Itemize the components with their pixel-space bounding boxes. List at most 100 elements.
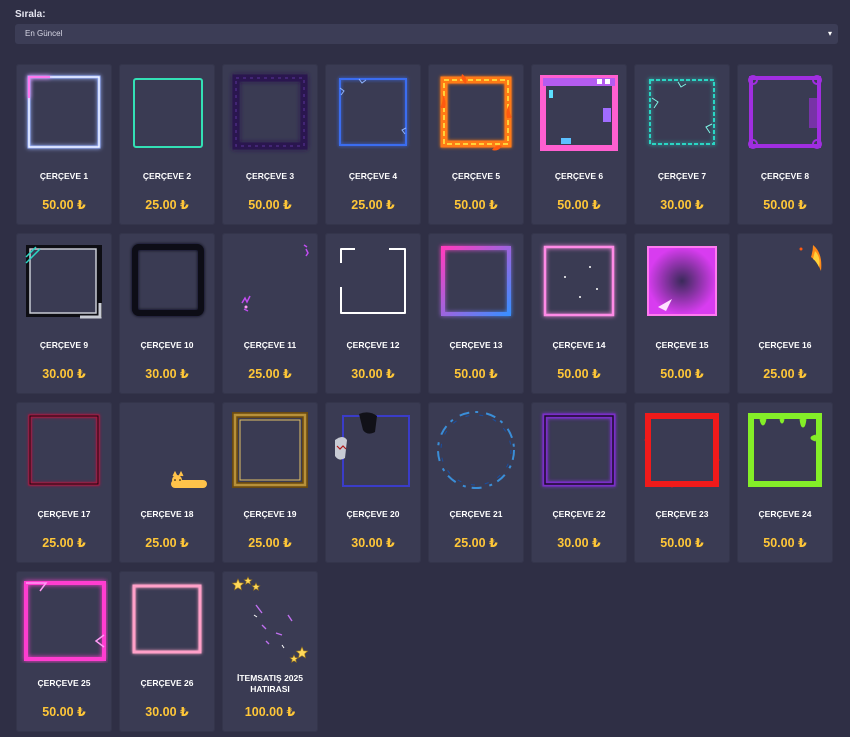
frame-thumbnail bbox=[741, 68, 829, 156]
frame-card[interactable]: ÇERÇEVE 10 30.00 ₺ bbox=[119, 233, 215, 394]
frame-thumbnail bbox=[226, 237, 314, 325]
frame-name: ÇERÇEVE 5 bbox=[451, 171, 501, 181]
frame-thumbnail bbox=[432, 68, 520, 156]
frame-card[interactable]: ÇERÇEVE 23 50.00 ₺ bbox=[634, 402, 730, 563]
frame-thumbnail bbox=[20, 68, 108, 156]
frame-name: ÇERÇEVE 20 bbox=[346, 509, 400, 519]
frame-card[interactable]: ÇERÇEVE 22 30.00 ₺ bbox=[531, 402, 627, 563]
frame-price: 25.00 ₺ bbox=[248, 536, 292, 550]
frame-thumbnail bbox=[329, 406, 417, 494]
frame-name: ÇERÇEVE 10 bbox=[140, 340, 194, 350]
frame-card[interactable]: ÇERÇEVE 26 30.00 ₺ bbox=[119, 571, 215, 732]
caret-down-icon: ▾ bbox=[827, 29, 832, 38]
frame-thumbnail bbox=[123, 68, 211, 156]
frame-card[interactable]: ÇERÇEVE 17 25.00 ₺ bbox=[16, 402, 112, 563]
frame-name: ÇERÇEVE 25 bbox=[37, 678, 91, 688]
frame-thumbnail bbox=[329, 237, 417, 325]
frame-card[interactable]: ÇERÇEVE 7 30.00 ₺ bbox=[634, 64, 730, 225]
frame-thumbnail bbox=[20, 237, 108, 325]
frame-thumbnail bbox=[535, 406, 623, 494]
frame-name: ÇERÇEVE 6 bbox=[554, 171, 604, 181]
frame-card[interactable]: ÇERÇEVE 8 50.00 ₺ bbox=[737, 64, 833, 225]
frame-price: 30.00 ₺ bbox=[145, 705, 189, 719]
sort-select-value: En Güncel bbox=[25, 29, 63, 38]
frame-thumbnail bbox=[535, 68, 623, 156]
frame-thumbnail bbox=[741, 237, 829, 325]
frame-card[interactable]: ÇERÇEVE 14 50.00 ₺ bbox=[531, 233, 627, 394]
frame-price: 50.00 ₺ bbox=[248, 198, 292, 212]
frame-price: 25.00 ₺ bbox=[454, 536, 498, 550]
frame-price: 25.00 ₺ bbox=[145, 536, 189, 550]
frame-name: ÇERÇEVE 12 bbox=[346, 340, 400, 350]
frame-card[interactable]: ÇERÇEVE 15 50.00 ₺ bbox=[634, 233, 730, 394]
frame-card[interactable]: ÇERÇEVE 24 50.00 ₺ bbox=[737, 402, 833, 563]
frame-price: 30.00 ₺ bbox=[351, 536, 395, 550]
frame-price: 100.00 ₺ bbox=[244, 705, 296, 719]
frame-price: 30.00 ₺ bbox=[145, 367, 189, 381]
frame-card[interactable]: ÇERÇEVE 19 25.00 ₺ bbox=[222, 402, 318, 563]
frame-card[interactable]: ÇERÇEVE 11 25.00 ₺ bbox=[222, 233, 318, 394]
frame-price: 30.00 ₺ bbox=[42, 367, 86, 381]
frame-thumbnail bbox=[123, 237, 211, 325]
frame-name: ÇERÇEVE 9 bbox=[39, 340, 89, 350]
frame-thumbnail bbox=[123, 406, 211, 494]
frame-price: 50.00 ₺ bbox=[763, 198, 807, 212]
frame-card[interactable]: ÇERÇEVE 9 30.00 ₺ bbox=[16, 233, 112, 394]
sort-select[interactable]: En Güncel ▾ bbox=[15, 24, 838, 44]
frame-thumbnail bbox=[638, 68, 726, 156]
frame-price: 50.00 ₺ bbox=[557, 367, 601, 381]
frame-name: ÇERÇEVE 24 bbox=[758, 509, 812, 519]
frame-price: 50.00 ₺ bbox=[660, 367, 704, 381]
frame-thumbnail bbox=[535, 237, 623, 325]
frame-name: ÇERÇEVE 1 bbox=[39, 171, 89, 181]
frame-card[interactable]: ÇERÇEVE 16 25.00 ₺ bbox=[737, 233, 833, 394]
frame-card[interactable]: ÇERÇEVE 4 25.00 ₺ bbox=[325, 64, 421, 225]
frame-name: ÇERÇEVE 17 bbox=[37, 509, 91, 519]
frame-name: ÇERÇEVE 18 bbox=[140, 509, 194, 519]
frame-price: 25.00 ₺ bbox=[42, 536, 86, 550]
frame-thumbnail bbox=[432, 237, 520, 325]
frame-price: 50.00 ₺ bbox=[454, 198, 498, 212]
frame-thumbnail bbox=[638, 406, 726, 494]
frame-price: 30.00 ₺ bbox=[660, 198, 704, 212]
frame-card[interactable]: ÇERÇEVE 20 30.00 ₺ bbox=[325, 402, 421, 563]
frame-card[interactable]: ÇERÇEVE 3 50.00 ₺ bbox=[222, 64, 318, 225]
frame-card[interactable]: ÇERÇEVE 12 30.00 ₺ bbox=[325, 233, 421, 394]
frame-price: 25.00 ₺ bbox=[248, 367, 292, 381]
sort-label: Sırala: bbox=[15, 9, 46, 20]
frame-card[interactable]: ÇERÇEVE 25 50.00 ₺ bbox=[16, 571, 112, 732]
frame-name: ÇERÇEVE 21 bbox=[449, 509, 503, 519]
frame-price: 50.00 ₺ bbox=[763, 536, 807, 550]
frame-card[interactable]: ÇERÇEVE 13 50.00 ₺ bbox=[428, 233, 524, 394]
frame-name: ÇERÇEVE 22 bbox=[552, 509, 606, 519]
frame-name: ÇERÇEVE 11 bbox=[243, 340, 297, 350]
frame-card[interactable]: ÇERÇEVE 2 25.00 ₺ bbox=[119, 64, 215, 225]
frame-name: ÇERÇEVE 8 bbox=[760, 171, 810, 181]
frame-card[interactable]: ÇERÇEVE 6 50.00 ₺ bbox=[531, 64, 627, 225]
frame-name: ÇERÇEVE 4 bbox=[348, 171, 398, 181]
frame-name: ÇERÇEVE 16 bbox=[758, 340, 812, 350]
frame-name: ÇERÇEVE 19 bbox=[243, 509, 297, 519]
frame-card[interactable]: ÇERÇEVE 5 50.00 ₺ bbox=[428, 64, 524, 225]
frame-name: ÇERÇEVE 13 bbox=[449, 340, 503, 350]
frame-card[interactable]: ÇERÇEVE 21 25.00 ₺ bbox=[428, 402, 524, 563]
frame-price: 25.00 ₺ bbox=[351, 198, 395, 212]
frame-card[interactable]: ÇERÇEVE 18 25.00 ₺ bbox=[119, 402, 215, 563]
frame-card[interactable]: İTEMSATIŞ 2025 HATIRASI 100.00 ₺ bbox=[222, 571, 318, 732]
frame-thumbnail bbox=[432, 406, 520, 494]
frame-name: ÇERÇEVE 14 bbox=[552, 340, 606, 350]
frame-price: 25.00 ₺ bbox=[145, 198, 189, 212]
frame-name: ÇERÇEVE 2 bbox=[142, 171, 192, 181]
frame-card[interactable]: ÇERÇEVE 1 50.00 ₺ bbox=[16, 64, 112, 225]
frame-price: 25.00 ₺ bbox=[763, 367, 807, 381]
frame-name: ÇERÇEVE 7 bbox=[657, 171, 707, 181]
frame-thumbnail bbox=[226, 406, 314, 494]
frame-price: 30.00 ₺ bbox=[557, 536, 601, 550]
frame-thumbnail bbox=[20, 406, 108, 494]
frame-thumbnail bbox=[329, 68, 417, 156]
frame-name: ÇERÇEVE 26 bbox=[140, 678, 194, 688]
frame-price: 50.00 ₺ bbox=[42, 705, 86, 719]
frame-thumbnail bbox=[20, 575, 108, 663]
frame-price: 30.00 ₺ bbox=[351, 367, 395, 381]
frame-thumbnail bbox=[226, 68, 314, 156]
